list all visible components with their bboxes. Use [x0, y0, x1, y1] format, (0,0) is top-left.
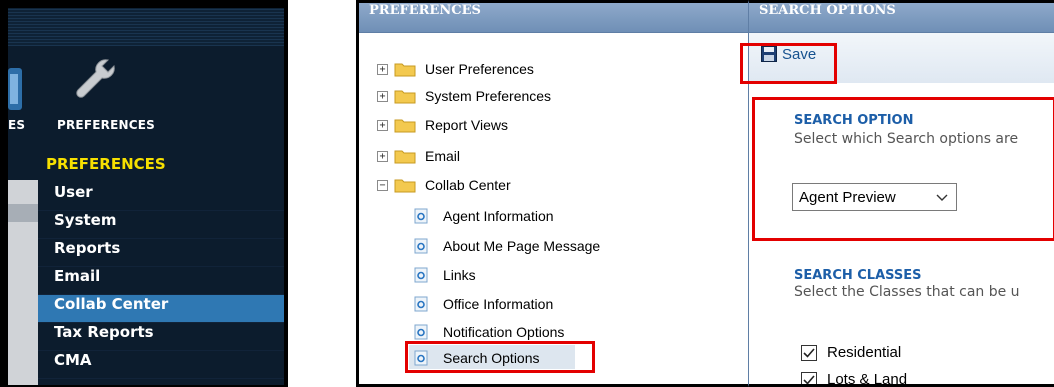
search-option-highlight-box: [752, 97, 1054, 241]
checkbox-label: Residential: [827, 344, 902, 361]
lots-land-checkbox[interactable]: [801, 371, 817, 384]
page-icon: [414, 267, 428, 283]
search-options-highlight-box: [405, 341, 595, 373]
checkmark-icon: [803, 374, 815, 384]
tree-label[interactable]: Notification Options: [443, 324, 564, 340]
page-icon: [414, 208, 428, 224]
nav-top-label-preferences[interactable]: PREFERENCES: [57, 118, 155, 132]
nav-top-label-cut[interactable]: ES: [8, 118, 25, 132]
tree-label[interactable]: Office Information: [443, 296, 553, 312]
folder-open-icon: [394, 179, 416, 193]
wrench-icon[interactable]: [72, 56, 118, 102]
nav-item-collab-center[interactable]: Collab Center: [38, 295, 284, 323]
nav-item-tax-reports[interactable]: Tax Reports: [38, 323, 284, 351]
tree-item-about-me-page-message[interactable]: About Me Page Message: [414, 235, 600, 257]
tree-item-links[interactable]: Links: [414, 264, 476, 286]
folder-icon: [394, 63, 416, 77]
folder-icon: [394, 90, 416, 104]
page-icon: [414, 296, 428, 312]
tree-item-notification-options[interactable]: Notification Options: [414, 321, 564, 343]
expand-icon[interactable]: +: [377, 90, 388, 102]
tree-panel-header: PREFERENCES: [359, 3, 748, 33]
folder-icon: [394, 150, 416, 164]
nav-section-heading: PREFERENCES: [46, 155, 166, 173]
expand-icon[interactable]: +: [377, 63, 388, 75]
residential-checkbox[interactable]: [801, 344, 817, 361]
checkbox-row-lots-land[interactable]: Lots & Land: [801, 371, 908, 387]
tree-item-agent-information[interactable]: Agent Information: [414, 205, 554, 227]
left-nav-inner: ES PREFERENCES PREFERENCES User System R…: [8, 8, 284, 385]
tree-label[interactable]: Email: [425, 148, 460, 164]
nav-header-texture: [8, 8, 284, 46]
tree-folder-system-preferences[interactable]: + System Preferences: [377, 85, 551, 107]
folder-icon: [394, 119, 416, 133]
expand-icon[interactable]: +: [377, 150, 388, 162]
tree-label[interactable]: About Me Page Message: [443, 238, 600, 254]
tree-label[interactable]: System Preferences: [425, 88, 551, 104]
left-nav-panel: ES PREFERENCES PREFERENCES User System R…: [0, 0, 288, 387]
nav-side-bar: [8, 180, 38, 385]
tree-folder-user-preferences[interactable]: + User Preferences: [377, 58, 534, 80]
partial-app-icon[interactable]: [8, 68, 24, 110]
tree-folder-collab-center[interactable]: − Collab Center: [377, 174, 511, 196]
nav-item-user[interactable]: User: [38, 183, 284, 211]
tree-item-office-information[interactable]: Office Information: [414, 293, 553, 315]
tree-label[interactable]: User Preferences: [425, 61, 534, 77]
search-classes-description: Select the Classes that can be u: [794, 284, 1020, 300]
nav-list: User System Reports Email Collab Center …: [38, 183, 284, 379]
tree-label[interactable]: Links: [443, 267, 476, 283]
page-icon: [414, 324, 428, 340]
nav-item-cma[interactable]: CMA: [38, 351, 284, 379]
nav-item-reports[interactable]: Reports: [38, 239, 284, 267]
collapse-icon[interactable]: −: [377, 179, 388, 191]
nav-item-system[interactable]: System: [38, 211, 284, 239]
preferences-tree-panel: PREFERENCES + User Preferences + System …: [356, 0, 748, 387]
tree-folder-email[interactable]: + Email: [377, 145, 460, 167]
nav-item-email[interactable]: Email: [38, 267, 284, 295]
expand-icon[interactable]: +: [377, 119, 388, 131]
checkbox-label: Lots & Land: [827, 371, 908, 387]
options-panel-header: SEARCH OPTIONS: [749, 3, 1054, 33]
checkbox-row-residential[interactable]: Residential: [801, 344, 901, 361]
tree-folder-report-views[interactable]: + Report Views: [377, 114, 508, 136]
checkmark-icon: [803, 347, 815, 358]
tree-label[interactable]: Collab Center: [425, 177, 511, 193]
tree-label[interactable]: Report Views: [425, 117, 508, 133]
search-classes-title: SEARCH CLASSES: [794, 268, 922, 283]
tree-label[interactable]: Agent Information: [443, 208, 554, 224]
save-highlight-box: [740, 43, 837, 84]
page-icon: [414, 238, 428, 254]
